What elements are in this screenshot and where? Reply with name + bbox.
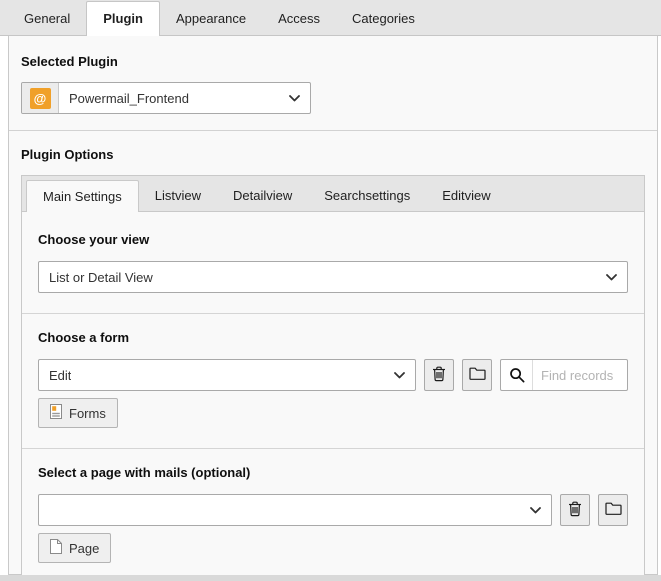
tab-listview[interactable]: Listview: [139, 180, 217, 211]
find-records-group: [500, 359, 628, 391]
page-clear-button[interactable]: [560, 494, 590, 526]
main-tabbar: General Plugin Appearance Access Categor…: [0, 0, 661, 36]
page-button[interactable]: Page: [38, 533, 111, 563]
find-records-input[interactable]: [533, 368, 627, 383]
section-divider: [9, 130, 657, 131]
view-dropdown[interactable]: List or Detail View: [38, 261, 628, 293]
form-clear-button[interactable]: [424, 359, 454, 391]
trash-icon: [568, 501, 582, 520]
view-dropdown-value: List or Detail View: [49, 270, 153, 285]
section-divider: [22, 313, 644, 314]
tab-plugin[interactable]: Plugin: [86, 1, 160, 36]
folder-icon: [605, 502, 622, 518]
plugin-settings-window: General Plugin Appearance Access Categor…: [0, 0, 661, 581]
tab-access[interactable]: Access: [262, 2, 336, 35]
tab-appearance[interactable]: Appearance: [160, 2, 262, 35]
selected-plugin-dropdown[interactable]: @ Powermail_Frontend: [21, 82, 311, 114]
section-divider: [22, 448, 644, 449]
page-browse-record-button[interactable]: [598, 494, 628, 526]
tab-main-settings[interactable]: Main Settings: [26, 180, 139, 212]
page-dropdown[interactable]: [38, 494, 552, 526]
search-icon: [501, 360, 533, 390]
page-selector-row: [38, 494, 628, 526]
forms-button[interactable]: Forms: [38, 398, 118, 428]
form-record-icon: [50, 404, 62, 422]
plugin-options-heading: Plugin Options: [21, 147, 645, 162]
tab-searchsettings[interactable]: Searchsettings: [308, 180, 426, 211]
chevron-down-icon: [530, 507, 541, 514]
powermail-at-icon: @: [30, 88, 51, 109]
chevron-down-icon: [606, 274, 617, 281]
choose-form-heading: Choose a form: [38, 330, 628, 345]
form-dropdown-value: Edit: [49, 368, 71, 383]
plugin-options-tabbar: Main Settings Listview Detailview Search…: [21, 175, 645, 211]
page-button-label: Page: [69, 541, 99, 556]
page-record-icon: [50, 539, 62, 557]
folder-icon: [469, 367, 486, 383]
main-settings-panel: Choose your view List or Detail View Cho…: [21, 211, 645, 581]
select-page-heading: Select a page with mails (optional): [38, 465, 628, 480]
chevron-down-icon: [289, 95, 300, 102]
tab-detailview[interactable]: Detailview: [217, 180, 308, 211]
tab-general[interactable]: General: [8, 2, 86, 35]
choose-view-heading: Choose your view: [38, 232, 628, 247]
forms-button-label: Forms: [69, 406, 106, 421]
form-dropdown[interactable]: Edit: [38, 359, 416, 391]
tab-categories[interactable]: Categories: [336, 2, 431, 35]
trash-icon: [432, 366, 446, 385]
tab-editview[interactable]: Editview: [426, 180, 506, 211]
bottom-divider-strip: [0, 575, 661, 581]
chevron-down-icon: [394, 372, 405, 379]
selected-plugin-value: Powermail_Frontend: [59, 91, 281, 106]
form-selector-row: Edit: [38, 359, 628, 391]
selected-plugin-heading: Selected Plugin: [21, 54, 645, 69]
form-browse-record-button[interactable]: [462, 359, 492, 391]
plugin-tab-panel: Selected Plugin @ Powermail_Frontend Plu…: [8, 36, 658, 575]
plugin-icon-addon: @: [22, 83, 59, 113]
